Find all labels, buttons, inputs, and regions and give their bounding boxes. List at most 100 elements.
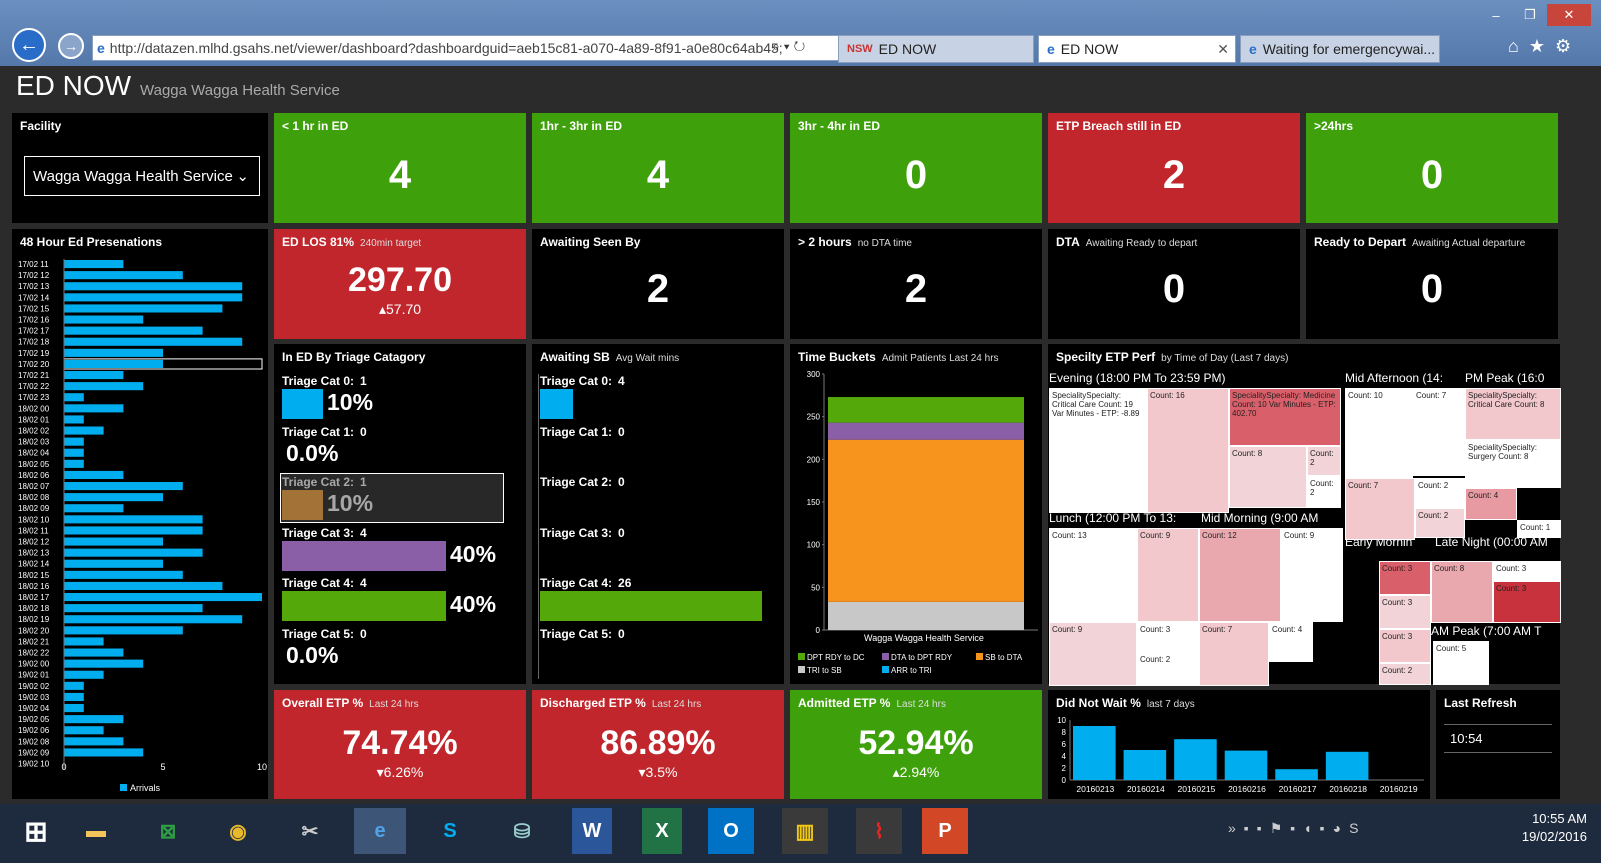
tab-waiting[interactable]: e Waiting for emergencywai... bbox=[1240, 35, 1440, 63]
treemap-cell[interactable]: Count: 2 bbox=[1307, 476, 1341, 508]
internet-explorer-icon[interactable]: e bbox=[354, 808, 406, 854]
treemap-cell[interactable]: Count: 3 bbox=[1379, 629, 1431, 663]
triage-bar bbox=[282, 540, 446, 571]
system-tray[interactable]: »▪▪⚑▪◖▪◕S bbox=[1228, 820, 1366, 837]
treemap-cell[interactable]: Count: 4 bbox=[1465, 488, 1517, 520]
search-icon[interactable]: ⌕ ▾ ↻ bbox=[772, 38, 805, 55]
forward-button[interactable]: → bbox=[58, 33, 84, 59]
presentation-bar bbox=[64, 726, 104, 735]
presentation-bar bbox=[64, 526, 203, 535]
treemap-cell[interactable]: Count: 9 bbox=[1049, 622, 1137, 686]
treemap-cell[interactable]: SpecialitySpecialty: Critical Care Count… bbox=[1465, 388, 1561, 440]
tab-close-icon[interactable]: ✕ bbox=[1217, 41, 1229, 58]
treemap-cell[interactable]: Count: 2 bbox=[1379, 663, 1431, 685]
presentation-bar bbox=[64, 459, 84, 468]
presentation-date-label: 18/02 13 bbox=[18, 549, 50, 558]
facility-select[interactable]: Wagga Wagga Health Service ⌄ bbox=[24, 156, 260, 196]
treemap-cell[interactable]: Count: 3 bbox=[1379, 561, 1431, 595]
treemap-cell[interactable]: Count: 2 bbox=[1307, 446, 1341, 476]
treemap-cell[interactable]: Count: 9 bbox=[1137, 528, 1199, 622]
dnw-bar bbox=[1224, 750, 1268, 780]
treemap-cell[interactable]: SpecialitySpecialty: Surgery Count: 8 bbox=[1465, 440, 1561, 488]
presentation-bar bbox=[64, 348, 163, 357]
presentation-date-label: 18/02 21 bbox=[18, 637, 50, 646]
sb-axis bbox=[538, 374, 539, 679]
treemap-cell[interactable]: Count: 2 bbox=[1415, 478, 1465, 508]
presentations-chart: 17/02 11 17/02 12 17/02 13 17/02 14 17/02 15… bbox=[18, 259, 267, 793]
treemap-cell[interactable]: Count: 7 bbox=[1199, 622, 1269, 686]
back-button[interactable]: ← bbox=[12, 28, 46, 62]
treemap-group-label: Evening (18:00 PM To 23:59 PM) bbox=[1049, 371, 1226, 385]
windows-start-icon[interactable]: ⊞ bbox=[10, 808, 62, 854]
restore-icon[interactable]: ❐ bbox=[1513, 4, 1547, 26]
etp-value: 74.74% bbox=[342, 724, 458, 762]
presentation-bar bbox=[64, 626, 183, 635]
close-icon[interactable]: ✕ bbox=[1547, 4, 1591, 26]
skype-icon[interactable]: S bbox=[424, 808, 476, 854]
treemap-group-label: PM Peak (16:0 bbox=[1465, 371, 1545, 385]
treemap-cell[interactable]: SpecialitySpecialty: Medicine Count: 10 … bbox=[1229, 388, 1341, 446]
metric-value: 0 bbox=[1162, 267, 1186, 311]
presentation-date-label: 18/02 10 bbox=[18, 515, 50, 524]
presentation-bar bbox=[64, 437, 84, 446]
treemap-cell[interactable]: Count: 16 bbox=[1147, 388, 1229, 513]
address-bar[interactable]: e http://datazen.mlhd.gsahs.net/viewer/da… bbox=[92, 35, 848, 61]
treemap-cell[interactable]: Count: 13 bbox=[1049, 528, 1137, 622]
excel-icon[interactable]: X bbox=[642, 808, 682, 854]
presentation-bar bbox=[64, 337, 243, 346]
treemap-cell[interactable]: Count: 9 bbox=[1281, 528, 1343, 622]
treemap-cell[interactable]: Count: 5 bbox=[1433, 641, 1489, 685]
triage-row-highlight[interactable] bbox=[280, 473, 504, 523]
treemap-cell[interactable]: Count: 8 bbox=[1431, 561, 1493, 623]
etp-label: Overall ETP % Last 24 hrs bbox=[282, 696, 419, 710]
store-icon[interactable]: ⊠ bbox=[142, 808, 194, 854]
treemap-cell[interactable]: Count: 3 bbox=[1493, 561, 1561, 581]
time-bucket-segment bbox=[828, 397, 1024, 423]
network-icon[interactable]: ⛁ bbox=[496, 808, 548, 854]
acrobat-icon[interactable]: ⌇ bbox=[856, 808, 902, 854]
kpi-tile: 1hr - 3hr in ED 4 bbox=[532, 113, 784, 223]
y-tick: 250 bbox=[807, 413, 821, 422]
treemap-cell[interactable]: Count: 8 bbox=[1229, 446, 1307, 508]
presentation-date-label: 18/02 20 bbox=[18, 626, 50, 635]
treemap-cell[interactable]: Count: 1 bbox=[1517, 520, 1561, 538]
powerbi-icon[interactable]: ▥ bbox=[782, 808, 828, 854]
kpi-label: >24hrs bbox=[1314, 119, 1354, 133]
treemap-cell[interactable]: Count: 3 bbox=[1379, 595, 1431, 629]
treemap-cell[interactable]: Count: 12 bbox=[1199, 528, 1281, 622]
presentation-date-label: 18/02 04 bbox=[18, 449, 50, 458]
treemap-cell[interactable]: Count: 7 bbox=[1345, 478, 1415, 540]
outlook-icon[interactable]: O bbox=[708, 808, 754, 854]
presentation-date-label: 18/02 15 bbox=[18, 571, 50, 580]
word-icon[interactable]: W bbox=[572, 808, 612, 854]
tab-ed-now-2[interactable]: e ED NOW ✕ bbox=[1038, 35, 1236, 63]
presentation-date-label: 18/02 16 bbox=[18, 582, 50, 591]
treemap-cell[interactable]: Count: 2 bbox=[1137, 652, 1199, 686]
refresh-tile: Last Refresh 10:54 bbox=[1436, 690, 1560, 799]
star-icon[interactable]: ★ bbox=[1529, 36, 1545, 57]
minimize-icon[interactable]: – bbox=[1479, 4, 1513, 26]
treemap-cell[interactable]: SpecialitySpecialty: Critical Care Count… bbox=[1049, 388, 1147, 513]
dnw-date-label: 20160217 bbox=[1279, 784, 1317, 794]
treemap-cell[interactable]: Count: 3 bbox=[1137, 622, 1199, 652]
tab-ed-now-1[interactable]: NSW ED NOW bbox=[838, 35, 1034, 63]
triage-row-label: Triage Cat 0: 1 bbox=[282, 374, 367, 388]
treemap-cell[interactable]: Count: 4 bbox=[1269, 622, 1313, 662]
presentation-bar bbox=[64, 271, 183, 280]
file-explorer-icon[interactable]: ▬ bbox=[70, 808, 122, 854]
treemap-cell[interactable]: Count: 7 bbox=[1413, 388, 1465, 476]
awaiting-sb-tile: Awaiting SB Avg Wait mins Triage Cat 0: 4 T… bbox=[532, 344, 784, 684]
snipping-tool-icon[interactable]: ✂ bbox=[284, 808, 336, 854]
powerpoint-icon[interactable]: P bbox=[922, 808, 968, 854]
metric-tile: ED LOS 81% 240min target 297.70 ▴57.70 bbox=[274, 229, 526, 339]
gear-icon[interactable]: ⚙ bbox=[1555, 36, 1571, 57]
presentation-date-label: 19/02 02 bbox=[18, 682, 50, 691]
chrome-icon[interactable]: ◉ bbox=[212, 808, 264, 854]
home-icon[interactable]: ⌂ bbox=[1508, 36, 1519, 57]
triage-row-label: Triage Cat 5: 0 bbox=[282, 626, 367, 641]
treemap-cell[interactable]: Count: 3 bbox=[1493, 581, 1561, 623]
clock[interactable]: 10:55 AM 19/02/2016 bbox=[1522, 810, 1587, 846]
treemap-cell[interactable]: Count: 2 bbox=[1415, 508, 1465, 538]
legend-label: TRI to SB bbox=[807, 666, 842, 675]
ie-icon: e bbox=[97, 40, 105, 56]
